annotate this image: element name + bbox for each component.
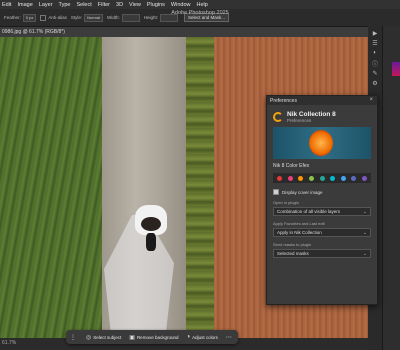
settings-icon[interactable]: ⚙ (371, 80, 379, 87)
bride-hair (141, 217, 161, 231)
open-in-plugin-value: Combination of all visible layers (277, 209, 341, 214)
contextual-taskbar: ⋮ ◎ Select subject ▣ Remove background ◑… (66, 330, 238, 344)
send-masks-value: Selected masks (277, 251, 309, 256)
document-tab[interactable]: 0986.jpg @ 61.7% (RGB/8*) (0, 27, 368, 37)
apply-value: Apply in Nik Collection (277, 230, 322, 235)
menu-type[interactable]: Type (59, 2, 71, 8)
menu-filter[interactable]: Filter (98, 2, 110, 8)
grass-field (0, 37, 102, 338)
app-title: Adobe Photoshop 2025 (171, 10, 229, 16)
brush-icon[interactable]: ✎ (371, 70, 379, 77)
plugin-swatch-5[interactable] (330, 175, 336, 181)
chevron-down-icon: ⌄ (362, 208, 367, 215)
product-name: Nik Collection 8 (287, 111, 336, 118)
more-icon[interactable]: ⋯ (226, 334, 232, 341)
send-masks-label: Send masks to plugin (273, 242, 312, 247)
plugin-swatch-0[interactable] (277, 175, 282, 181)
adjustments-icon[interactable]: ◐ (371, 50, 379, 56)
product-subtitle: Preferences (287, 118, 312, 123)
plugin-swatch-7[interactable] (351, 175, 357, 181)
apply-label: Apply Favorites and Last edit (273, 221, 325, 226)
remove-background-icon: ▣ (129, 334, 135, 341)
bride-shoes (146, 233, 156, 251)
hedge-strip (186, 37, 214, 338)
menu-view[interactable]: View (129, 2, 141, 8)
play-icon[interactable]: ▶ (371, 30, 379, 37)
plugin-name: Nik 8 Color Efex (273, 163, 310, 169)
chevron-down-icon: ⌄ (362, 250, 367, 257)
menu-window[interactable]: Window (171, 2, 191, 8)
display-cover-label: Display cover image (282, 189, 323, 195)
plugin-swatches (273, 173, 371, 183)
remove-background-label: Remove background (136, 334, 179, 340)
apply-select[interactable]: Apply in Nik Collection ⌄ (273, 228, 371, 237)
zoom-level[interactable]: 61.7% (2, 340, 16, 346)
cover-image (273, 127, 371, 159)
plugin-swatch-3[interactable] (308, 175, 314, 181)
close-icon[interactable]: × (369, 97, 373, 103)
open-in-plugin-label: Open in plugin (273, 200, 299, 205)
display-cover-row[interactable]: Display cover image (273, 189, 377, 195)
plugin-swatch-8[interactable] (362, 175, 367, 181)
menu-3d[interactable]: 3D (116, 2, 123, 8)
menu-bar: Edit Image Layer Type Select Filter 3D V… (0, 0, 400, 9)
select-subject-button[interactable]: ◎ Select subject (86, 334, 121, 341)
panel-header: Nik Collection 8 Preferences (273, 111, 377, 123)
select-subject-icon: ◎ (86, 334, 92, 341)
panel-titlebar[interactable]: Preferences × (267, 96, 377, 105)
info-icon[interactable]: ⓘ (371, 60, 379, 68)
adjust-colors-label: Adjust colors (192, 334, 218, 340)
adjust-colors-button[interactable]: ◑ Adjust colors (186, 334, 217, 340)
display-cover-checkbox[interactable] (273, 189, 279, 195)
plugin-swatch-4[interactable] (319, 175, 325, 181)
menu-plugins[interactable]: Plugins (147, 2, 165, 8)
open-in-plugin-select[interactable]: Combination of all visible layers ⌄ (273, 207, 371, 216)
nik-panel-thumbnail[interactable] (392, 62, 400, 76)
plugin-swatch-2[interactable] (298, 175, 304, 181)
menu-help[interactable]: Help (196, 2, 207, 8)
nik-logo-icon (273, 112, 283, 122)
menu-layer[interactable]: Layer (39, 2, 53, 8)
flower-image (309, 130, 333, 156)
plugin-swatch-6[interactable] (340, 175, 346, 181)
menu-edit[interactable]: Edit (2, 2, 11, 8)
adjust-colors-icon: ◑ (186, 334, 191, 340)
chevron-down-icon: ⌄ (362, 229, 367, 236)
properties-icon[interactable]: ☰ (371, 40, 379, 47)
preferences-panel: Preferences × Nik Collection 8 Preferenc… (266, 95, 378, 305)
plugin-swatch-1[interactable] (287, 175, 293, 181)
panel-title: Preferences (270, 97, 297, 104)
menu-select[interactable]: Select (76, 2, 91, 8)
remove-background-button[interactable]: ▣ Remove background (129, 334, 178, 341)
menu-image[interactable]: Image (17, 2, 32, 8)
select-subject-label: Select subject (93, 334, 122, 340)
send-masks-select[interactable]: Selected masks ⌄ (273, 249, 371, 258)
grip-icon[interactable]: ⋮ (70, 334, 76, 341)
